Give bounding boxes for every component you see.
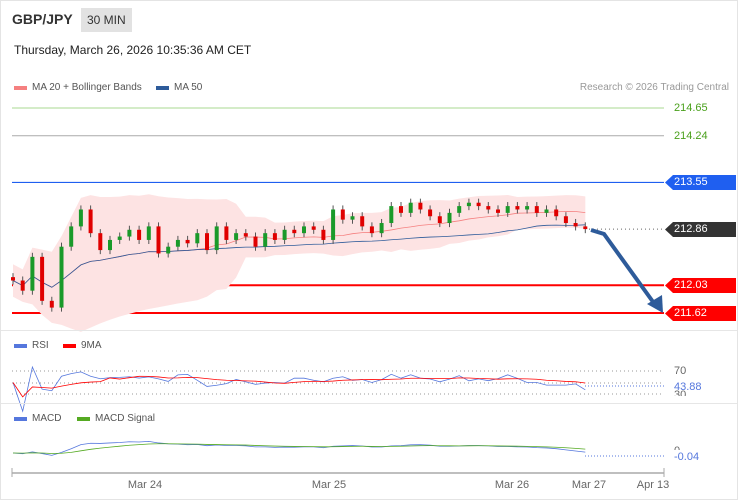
candle-body [466, 202, 471, 207]
rsi-line [12, 365, 586, 413]
forecast-arrow [590, 228, 658, 308]
macd-zero-label: 0 [674, 445, 680, 450]
candle-body [88, 209, 93, 234]
candle-body [214, 226, 219, 251]
x-tick: Mar 26 [494, 479, 530, 491]
level-target-2: 214.65 [674, 102, 708, 114]
x-tick: Apr 13 [636, 479, 670, 491]
x-tick: Mar 24 [127, 479, 163, 491]
level-resistance-tag: 213.55 [665, 175, 736, 190]
candle-body [496, 209, 500, 213]
candle-body [476, 202, 481, 207]
candle-body [360, 216, 365, 227]
candle-body [563, 216, 568, 224]
candle-body [78, 209, 83, 227]
candle-body [302, 226, 306, 234]
legend-macd-signal: MACD Signal [77, 413, 155, 424]
candle-body [224, 226, 229, 240]
candle-body [156, 226, 161, 254]
price-chart [11, 107, 665, 477]
rsi-upper-label: 70 [674, 365, 687, 377]
divider [1, 330, 737, 331]
candle-body [127, 229, 132, 237]
candle-body [175, 239, 180, 247]
candle-body [437, 216, 442, 224]
level-support-2-tag: 211.62 [665, 306, 736, 321]
x-tick: Mar 25 [311, 479, 347, 491]
candle-body [205, 233, 209, 251]
candle-body [399, 206, 403, 213]
candle-body [282, 229, 287, 240]
candle-body [11, 277, 15, 281]
candle-body [69, 226, 74, 247]
candle-body [447, 212, 452, 224]
candle-body [369, 226, 374, 234]
legend-rsi: RSI [14, 340, 49, 351]
candle-body [166, 246, 171, 254]
candle-body [108, 239, 112, 251]
candle-body [146, 226, 151, 240]
candle-body [195, 233, 200, 244]
candle-body [30, 256, 35, 291]
rsi-ma-label: 9MA [81, 340, 102, 351]
candle-body [331, 209, 336, 240]
candle-body [234, 233, 239, 240]
candle-body [457, 206, 462, 213]
candle-body [515, 206, 520, 210]
candle-body [389, 206, 394, 224]
current-price-tag: 212.86 [665, 222, 736, 237]
candle-body [40, 256, 45, 301]
candle-body [340, 209, 345, 220]
candle-body [137, 229, 142, 240]
chart-widget: GBP/JPY 30 MIN Thursday, March 26, 2026 … [0, 0, 738, 500]
candle-body [263, 233, 268, 247]
candle-body [525, 206, 530, 210]
macd-signal-swatch [77, 416, 90, 421]
macd-swatch [14, 416, 27, 421]
candle-body [311, 226, 316, 230]
level-target-1: 214.24 [674, 130, 708, 142]
macd-signal-line [12, 443, 586, 454]
candle-body [350, 216, 355, 220]
rsi-value: 43.88 [674, 381, 702, 393]
candle-body [20, 280, 25, 291]
macd-signal-label: MACD Signal [95, 413, 156, 424]
level-support-1-tag: 212.03 [665, 278, 736, 293]
macd-label: MACD [32, 413, 62, 424]
rsi-swatch [14, 343, 27, 348]
divider [1, 403, 737, 404]
candle-body [428, 209, 433, 217]
candle-body [573, 223, 578, 227]
rsi-ma-swatch [63, 343, 76, 348]
candle-body [486, 206, 491, 210]
bollinger-band [13, 194, 586, 332]
candle-body [253, 236, 258, 247]
legend-rsi-ma: 9MA [63, 340, 102, 351]
x-tick: Mar 27 [571, 479, 607, 491]
candle-body [554, 209, 559, 217]
candle-body [505, 206, 510, 213]
candle-body [185, 239, 190, 244]
candle-body [243, 233, 248, 237]
candle-body [117, 236, 122, 240]
candle-body [98, 233, 103, 251]
candle-body [544, 209, 549, 213]
candle-body [49, 300, 54, 308]
candle-body [418, 202, 423, 210]
macd-value: -0.04 [674, 451, 700, 463]
candle-body [583, 226, 588, 230]
candle-body [59, 246, 64, 308]
candle-body [379, 223, 384, 234]
legend-macd: MACD [14, 413, 61, 424]
candle-body [272, 233, 277, 240]
candle-body [408, 202, 413, 213]
rsi-label: RSI [32, 340, 49, 351]
rsi-ma-line [12, 375, 586, 398]
candle-body [321, 229, 326, 240]
candle-body [534, 206, 539, 213]
candle-body [292, 229, 297, 234]
